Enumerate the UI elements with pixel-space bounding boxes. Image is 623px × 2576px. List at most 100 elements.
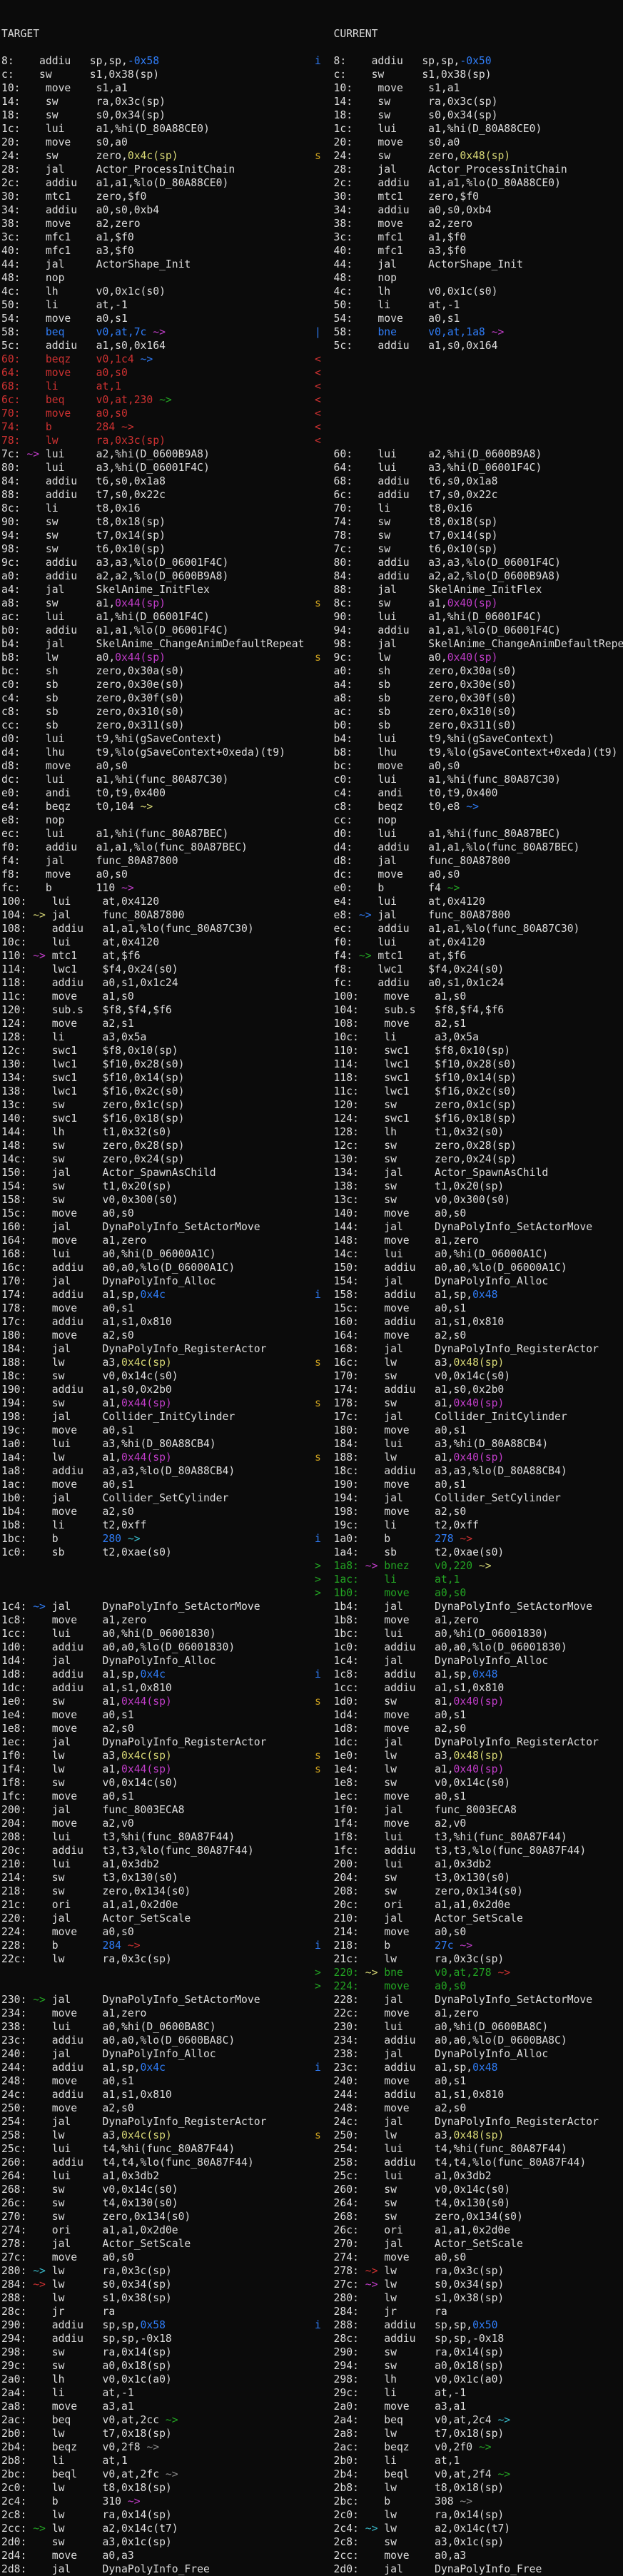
asm-line: dc: lui a1,%hi(func_80A87C30) [1,773,314,786]
asm-line: 64: move a0,s0 [1,366,314,380]
asm-line: 1d0: addiu a0,a0,%lo(D_06001830) [1,1641,314,1654]
asm-line: 294: sw a0,0x18(sp) [315,2359,623,2373]
asm-line: 1c0: sb t2,0xae(s0) [1,1546,314,1559]
asm-line: 27c: move a0,s0 [1,2251,314,2264]
asm-segment: 1c8: addiu a1,sp, [321,1668,472,1680]
asm-line: 1cc: addiu a1,s1,0x810 [315,1681,623,1695]
asm-line: 1b0: jal Collider_SetCylinder [1,1491,314,1505]
current-column: CURRENT i 8: addiu sp,sp,-0x50 c: sw s1,… [315,0,623,2576]
asm-line: 20c: addiu t3,t3,%lo(func_80A87F44) [1,1844,314,1857]
asm-segment [121,1939,128,1952]
asm-line: 24: sw zero,0x4c(sp) [1,149,314,163]
asm-line: 26c: sw t4,0x130(s0) [1,2196,314,2210]
asm-segment: 2c4: [315,2522,365,2535]
asm-line: b4: jal SkelAnime_ChangeAnimDefaultRepea… [1,637,314,651]
asm-line: s 9c: lw a0,0x40(sp) [315,651,623,664]
asm-segment-m: 0x40(sp) [454,1397,505,1409]
asm-line: 2a0: move a3,a1 [315,2400,623,2413]
asm-line: fc: b 110 ~> [1,881,314,895]
asm-line: 19c: move a0,s1 [1,1424,314,1437]
asm-line: 88: addiu t7,s0,0x22c [1,488,314,502]
asm-segment-o: s [315,1357,321,1369]
asm-line: 10c: lui at,0x4120 [1,935,314,949]
asm-segment: 8: addiu sp,sp, [1,55,128,67]
asm-line: 38: move a2,zero [315,217,623,230]
asm-line: 188: lw a3,0x4c(sp) [1,1356,314,1369]
asm-segment-b: 284 [102,1939,121,1952]
asm-line: 290: addiu sp,sp,0x58 [1,2318,314,2332]
asm-segment-b: i [315,1939,321,1952]
asm-segment-r: < [315,353,321,365]
asm-line: s 1d0: sw a1,0x40(sp) [315,1695,623,1708]
asm-line: 270: sw zero,0x134(s0) [1,2210,314,2223]
asm-line: 254: lui t4,%hi(func_80A87F44) [315,2142,623,2156]
asm-line: 12c: sw zero,0x28(sp) [315,1139,623,1152]
asm-line: 154: sw t1,0x20(sp) [1,1180,314,1193]
asm-line: 98: sw t6,0x10(sp) [1,542,314,556]
asm-line: 258: addiu t4,t4,%lo(func_80A87F44) [315,2156,623,2169]
asm-line: 68: addiu t6,s0,0x1a8 [315,475,623,488]
asm-line: 280: ~> lw ra,0x3c(sp) [1,2264,314,2278]
asm-line: 2c4: ~> lw a2,0x14c(t7) [315,2522,623,2535]
asm-line: a0: sh zero,0x30a(s0) [315,664,623,678]
asm-line: 2b0: lw t7,0x18(sp) [1,2427,314,2440]
asm-line: s 250: lw a3,0x48(sp) [315,2129,623,2142]
asm-line: c4: sb zero,0x30f(s0) [1,691,314,705]
asm-segment [146,326,153,338]
asm-line: 28: jal Actor_ProcessInitChain [315,163,623,176]
asm-line: i 8: addiu sp,sp,-0x50 [315,54,623,68]
asm-segment-b: -0x50 [460,55,491,67]
asm-segment: 284: [1,2278,33,2291]
asm-line: 3c: mfc1 a1,$f0 [315,230,623,244]
asm-segment-c: ~> [128,1533,141,1545]
asm-line: 108: addiu a1,a1,%lo(func_80A87C30) [1,922,314,935]
asm-line: 214: move a0,s0 [315,1925,623,1939]
asm-line: 178: move a0,s1 [1,1302,314,1315]
asm-segment: 110: [1,950,33,962]
asm-line: 278: jal Actor_SetScale [1,2237,314,2251]
asm-segment-b: beq v0,at,7c [46,326,146,338]
asm-line: 88: jal SkelAnime_InitFlex [315,583,623,597]
asm-segment-y: 0x48(sp) [454,1357,505,1369]
asm-segment-m: 0x40(sp) [447,597,498,609]
asm-line: 2d8: jal DynaPolyInfo_Free [1,2562,314,2576]
asm-segment-b: 278 [435,1533,454,1545]
asm-line: 48: nop [1,271,314,285]
asm-segment-g: ~> [33,1994,46,2006]
asm-line: 94: addiu a1,a1,%lo(D_06001F4C) [315,624,623,637]
asm-segment-b: i [315,1533,321,1545]
asm-line: ac: lui a1,%hi(D_06001F4C) [1,610,314,624]
asm-line: 200: lui a1,0x3db2 [315,1857,623,1871]
asm-line: 2cc: move a0,a3 [315,2549,623,2562]
asm-segment: 1d8: addiu a1,sp, [1,1668,141,1680]
asm-line: 220: jal Actor_SetScale [1,1912,314,1925]
asm-line: 240: move a0,s1 [315,2074,623,2088]
asm-segment-b: i [315,1668,321,1680]
asm-line: 184: lui a3,%hi(D_80A88CB4) [315,1437,623,1451]
asm-line: 1a0: lui a3,%hi(D_80A88CB4) [1,1437,314,1451]
asm-segment-y: 0x48(sp) [460,150,510,162]
asm-segment: 1a4: lw a1, [1,1451,121,1464]
asm-segment-r: 74: b 284 ~> [1,421,134,433]
asm-line: > 1ac: li at,1 [315,1573,623,1586]
asm-segment: f4: [315,950,359,962]
asm-segment-m: 0x40(sp) [454,1695,505,1708]
asm-segment-g: ~> [497,2468,510,2480]
asm-line: > 224: move a0,s0 [315,1979,623,1993]
asm-line: 34: addiu a0,s0,0xb4 [315,203,623,217]
asm-line: 164: move a1,zero [1,1234,314,1247]
asm-segment-o: s [315,1695,321,1708]
asm-segment-m: ~> [26,448,39,460]
asm-segment: jal DynaPolyInfo_SetActorMove [46,1994,260,2006]
current-column-header: CURRENT [315,27,623,41]
asm-line: 14c: sw zero,0x24(sp) [1,1152,314,1166]
asm-line: 2a4: beq v0,at,2c4 ~> [315,2413,623,2427]
asm-segment-c: ~> [33,2265,46,2277]
asm-line: < [315,366,623,380]
asm-segment-r: 64: move a0,s0 [1,367,128,379]
asm-line: 1bc: lui a0,%hi(D_06001830) [315,1627,623,1641]
asm-line: i 1c8: addiu a1,sp,0x48 [315,1668,623,1681]
asm-line: 124: swc1 $f16,0x18(sp) [315,1112,623,1125]
asm-segment: 178: sw a1, [321,1397,454,1409]
asm-segment-m: 0x44(sp) [121,1763,172,1775]
